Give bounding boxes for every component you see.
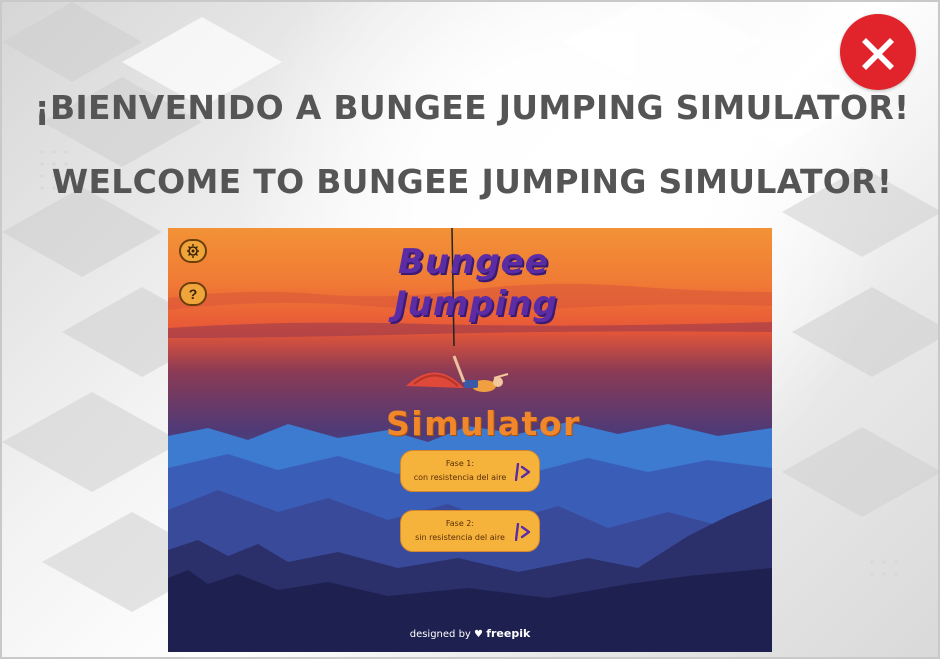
- help-icon: ?: [188, 286, 198, 302]
- play-arrow-icon: [515, 463, 531, 481]
- phase-2-button[interactable]: Fase 2: sin resistencia del aire: [400, 510, 540, 552]
- play-arrow-icon: [515, 523, 531, 541]
- game-preview: ? Bungee Jumping Simulator Fase 1: con r…: [168, 228, 772, 652]
- phase-2-label: Fase 2:: [445, 519, 475, 528]
- game-title-line2: Jumping: [394, 284, 558, 324]
- phase-1-description: con resistencia del aire: [413, 473, 507, 482]
- phase-1-button[interactable]: Fase 1: con resistencia del aire: [400, 450, 540, 492]
- freepik-logo-icon: ♥: [474, 629, 483, 640]
- phase-2-description: sin resistencia del aire: [415, 533, 505, 542]
- gear-icon: [187, 244, 199, 258]
- credit-brand: freepik: [486, 627, 531, 640]
- game-title-line1: Bungee: [398, 242, 549, 282]
- image-credit: designed by ♥ freepik: [168, 627, 772, 640]
- phase-1-label: Fase 1:: [445, 459, 475, 468]
- credit-prefix: designed by: [409, 629, 471, 640]
- settings-button[interactable]: [179, 239, 207, 263]
- welcome-title-english: WELCOME TO BUNGEE JUMPING SIMULATOR!: [51, 162, 893, 201]
- close-button[interactable]: [840, 14, 916, 90]
- game-title-line3: Simulator: [386, 404, 581, 443]
- welcome-title-spanish: ¡BIENVENIDO A BUNGEE JUMPING SIMULATOR!: [34, 88, 910, 127]
- help-button[interactable]: ?: [179, 282, 207, 306]
- close-x-icon: [862, 38, 894, 70]
